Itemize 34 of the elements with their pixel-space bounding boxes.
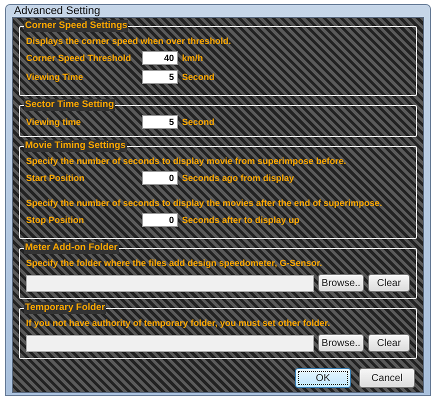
dialog-button[interactable]: Cancel (359, 368, 415, 388)
folder-path-field[interactable] (26, 274, 314, 292)
group-title: Meter Add-on Folder (24, 242, 119, 254)
unit-label: Seconds ago from display (182, 172, 294, 184)
unit-label: km/h (182, 52, 204, 64)
group-title: Movie Timing Settings (24, 140, 127, 152)
folder-button[interactable]: Browse.. (318, 274, 364, 292)
field-label: Viewing time (26, 116, 82, 128)
number-field[interactable]: 5 (142, 115, 178, 129)
description-text: Specify the number of seconds to display movie from superimpose before. (26, 155, 348, 167)
field-label: Viewing Time (26, 71, 84, 83)
field-label: Corner Speed Threshold (26, 52, 132, 64)
description-text: If you not have authority of temporary folder, you must set other folder. (26, 317, 332, 329)
dialog-button[interactable]: OK (295, 368, 351, 388)
number-field[interactable]: 0 (142, 213, 178, 227)
group-title: Corner Speed Settings (24, 20, 128, 32)
number-field[interactable]: 5 (142, 70, 178, 84)
folder-button[interactable]: Browse.. (318, 334, 364, 352)
description-text: Specify the number of seconds to display the movies after the end of superimpose. (26, 197, 384, 209)
unit-label: Seconds after to display up (182, 214, 300, 226)
group-title: Temporary Folder (24, 302, 106, 314)
window-title: Advanced Setting (14, 5, 100, 17)
field-label: Start Position (26, 172, 86, 184)
number-field[interactable]: 40 (142, 51, 178, 65)
unit-label: Second (182, 116, 215, 128)
description-text: Displays the corner speed when over threshold. (26, 35, 232, 47)
group-title: Sector Time Setting (24, 99, 116, 111)
folder-button[interactable]: Clear (368, 334, 410, 352)
unit-label: Second (182, 71, 215, 83)
field-label: Stop Position (26, 214, 85, 226)
folder-path-field[interactable] (26, 334, 314, 352)
number-field[interactable]: 0 (142, 171, 178, 185)
description-text: Specify the folder where the files add design speedometer, G-Sensor. (26, 257, 324, 269)
folder-button[interactable]: Clear (368, 274, 410, 292)
